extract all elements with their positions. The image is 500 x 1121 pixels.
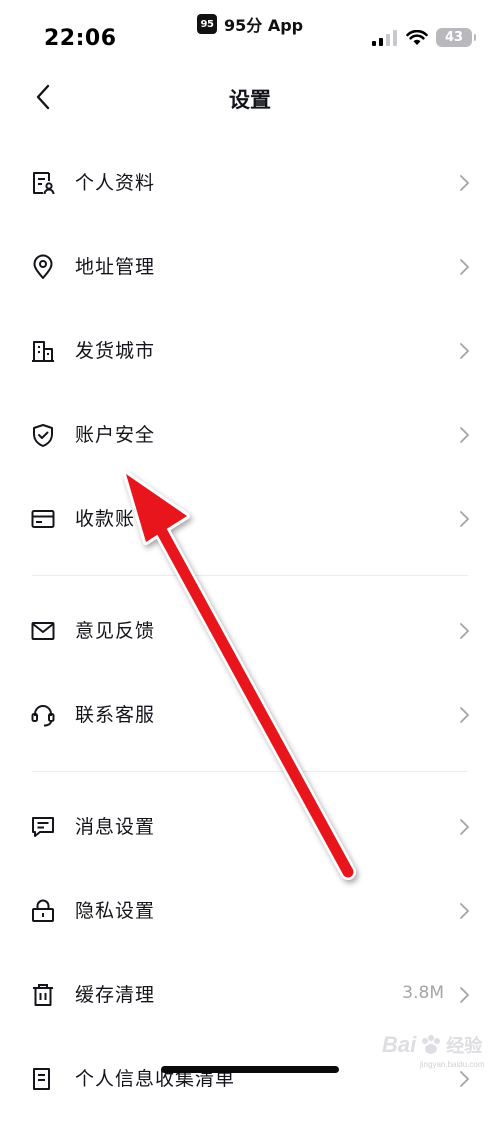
status-time: 22:06 (44, 26, 117, 51)
app-indicator[interactable]: 95 95分 App (197, 12, 303, 36)
menu-item-label: 联系客服 (75, 704, 156, 726)
chevron-right-icon (460, 175, 469, 191)
watermark-sub: jingyan.baidu.com (420, 1060, 485, 1069)
signal-icon (372, 29, 397, 46)
trash-icon (33, 984, 53, 1006)
watermark-text: Bai (382, 1032, 417, 1057)
menu-item-label: 收款账 (75, 508, 136, 530)
baidu-watermark: Bai 经验 jingyan.baidu.com (382, 1032, 484, 1069)
menu-item-profile[interactable]: 个人资料 (0, 141, 500, 225)
chevron-right-icon (460, 707, 469, 723)
system-icons: 43 (372, 28, 476, 47)
menu-item-label: 账户安全 (75, 424, 156, 446)
menu-item-clear-cache[interactable]: 缓存清理 3.8M (0, 953, 500, 1037)
location-pin-icon (33, 254, 53, 279)
nav-bar: 设置 (0, 66, 500, 126)
page-title: 设置 (229, 88, 271, 112)
menu-item-label: 消息设置 (75, 816, 156, 838)
menu-item-label: 发货城市 (75, 340, 156, 362)
status-bar: 22:06 95 95分 App 43 (0, 0, 500, 60)
menu-item-payment-account[interactable]: 收款账 (0, 477, 500, 561)
menu-item-label: 隐私设置 (75, 900, 156, 922)
menu-item-label: 地址管理 (75, 256, 156, 278)
menu-item-customer-service[interactable]: 联系客服 (0, 673, 500, 757)
building-icon (32, 341, 54, 362)
card-icon (31, 510, 55, 528)
message-icon (32, 817, 54, 837)
battery-icon: 43 (436, 28, 476, 47)
chevron-right-icon (460, 987, 469, 1003)
chevron-right-icon (460, 259, 469, 275)
menu-item-label: 缓存清理 (75, 984, 156, 1006)
section-divider (32, 771, 468, 772)
menu-item-account-security[interactable]: 账户安全 (0, 393, 500, 477)
chevron-right-icon (460, 1071, 469, 1087)
menu-item-address[interactable]: 地址管理 (0, 225, 500, 309)
wifi-icon (406, 29, 428, 45)
list-doc-icon (33, 1068, 50, 1090)
settings-menu: 个人资料 地址管理 发货城市 账户安全 收款账 意见反馈 联系客服 消息设置 隐… (0, 141, 500, 1121)
profile-doc-icon (33, 172, 55, 195)
menu-item-message-settings[interactable]: 消息设置 (0, 785, 500, 869)
menu-item-label: 个人资料 (75, 172, 156, 194)
menu-item-privacy-settings[interactable]: 隐私设置 (0, 869, 500, 953)
watermark-suffix: 经验 (446, 1036, 483, 1056)
chevron-right-icon (460, 427, 469, 443)
chevron-right-icon (460, 819, 469, 835)
menu-item-shipping-city[interactable]: 发货城市 (0, 309, 500, 393)
menu-item-feedback[interactable]: 意见反馈 (0, 589, 500, 673)
shield-check-icon (33, 424, 53, 447)
mail-icon (31, 622, 55, 640)
home-indicator[interactable] (161, 1066, 339, 1073)
menu-item-label: 意见反馈 (75, 620, 156, 642)
chevron-right-icon (460, 343, 469, 359)
lock-icon (32, 899, 54, 922)
section-divider (32, 575, 468, 576)
app-name: 95分 App (224, 16, 304, 35)
cache-size: 3.8M (402, 983, 444, 1003)
app-logo-icon: 95 (197, 14, 217, 34)
paw-logo-icon (422, 1035, 441, 1054)
headset-icon (31, 705, 55, 727)
chevron-right-icon (460, 903, 469, 919)
chevron-right-icon (460, 511, 469, 527)
chevron-right-icon (460, 623, 469, 639)
